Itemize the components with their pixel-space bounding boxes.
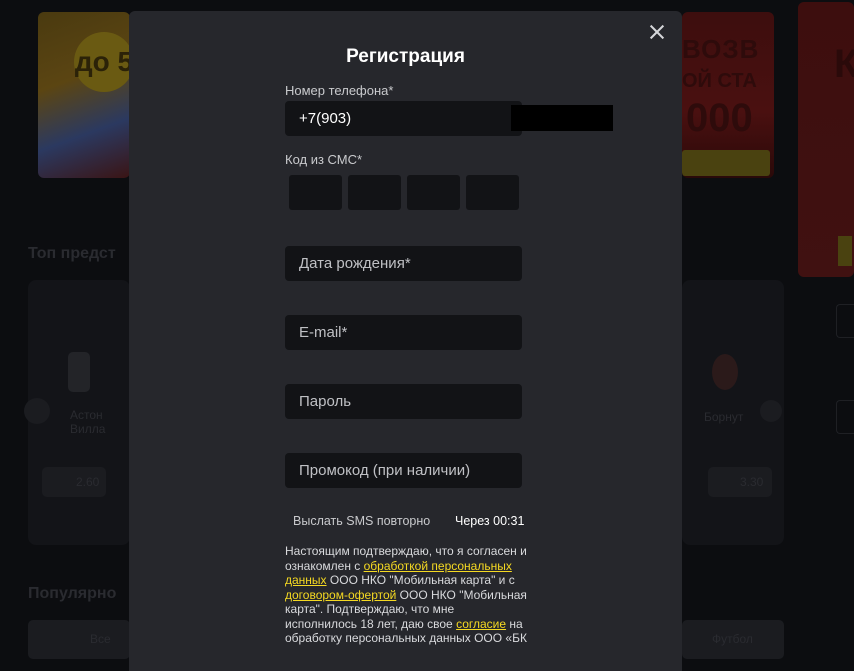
phone-field[interactable]: +7(903) bbox=[285, 101, 613, 136]
promo-banner-button bbox=[838, 236, 852, 266]
resend-timer: Через 00:31 bbox=[455, 514, 525, 528]
team-name: Борнут bbox=[704, 410, 744, 424]
odd-button: 2.60 bbox=[42, 467, 106, 497]
section-heading-top: Топ предст bbox=[28, 245, 116, 262]
promo-banner-text: К bbox=[834, 42, 854, 86]
consent-text-part: ООО НКО "Мобильная карта" и с bbox=[326, 573, 515, 587]
resend-sms-button[interactable]: Выслать SMS повторно bbox=[293, 514, 430, 528]
odd-value: 3.30 bbox=[740, 475, 764, 489]
promo-banner-left: до 5 bbox=[38, 12, 130, 178]
promo-banner-text: ОЙ СТА bbox=[682, 70, 757, 92]
odd-value: 2.60 bbox=[76, 475, 100, 489]
registration-modal: Регистрация Номер телефона* +7(903) Код … bbox=[129, 11, 682, 671]
team-logo bbox=[68, 352, 90, 392]
promo-banner-button bbox=[682, 150, 770, 176]
phone-label: Номер телефона* bbox=[285, 83, 394, 98]
section-heading-bottom: Популярно bbox=[28, 585, 117, 602]
promo-badge: до 5 bbox=[74, 32, 130, 92]
promo-banner-middle: ВОЗВ ОЙ СТА 000 bbox=[682, 12, 774, 178]
sms-code-digit-4[interactable] bbox=[466, 175, 519, 210]
close-icon[interactable] bbox=[648, 23, 666, 41]
sport-tab: Футбол bbox=[682, 620, 784, 659]
promo-banner-right: К bbox=[798, 2, 854, 277]
offer-agreement-link[interactable]: договором-офертой bbox=[285, 588, 396, 602]
birthdate-field[interactable]: Дата рождения* bbox=[285, 246, 522, 281]
team-name: Астон Вилла bbox=[70, 408, 106, 436]
sport-tab-label: Футбол bbox=[712, 632, 753, 646]
consent-text: Настоящим подтверждаю, что я согласен и … bbox=[285, 544, 527, 646]
sport-tab: Все bbox=[28, 620, 130, 659]
team-logo bbox=[712, 354, 738, 390]
carousel-next-button bbox=[760, 400, 782, 422]
sms-code-digit-2[interactable] bbox=[348, 175, 401, 210]
sms-code-digit-1[interactable] bbox=[289, 175, 342, 210]
redacted-block bbox=[511, 105, 613, 131]
promo-banner-text: ВОЗВ bbox=[682, 34, 760, 64]
sms-code-label: Код из СМС* bbox=[285, 152, 363, 167]
sport-tab-label: Все bbox=[90, 632, 111, 646]
promo-code-field[interactable]: Промокод (при наличии) bbox=[285, 453, 522, 488]
promo-banner-amount: 000 bbox=[686, 96, 753, 140]
odd-button: 3.30 bbox=[708, 467, 772, 497]
phone-value: +7(903) bbox=[299, 110, 352, 127]
side-widget bbox=[836, 400, 854, 434]
modal-title: Регистрация bbox=[346, 46, 465, 67]
sms-code-digit-3[interactable] bbox=[407, 175, 460, 210]
consent-link[interactable]: согласие bbox=[456, 617, 506, 631]
carousel-prev-button bbox=[24, 398, 50, 424]
email-field[interactable]: E-mail* bbox=[285, 315, 522, 350]
side-widget bbox=[836, 304, 854, 338]
password-field[interactable]: Пароль bbox=[285, 384, 522, 419]
